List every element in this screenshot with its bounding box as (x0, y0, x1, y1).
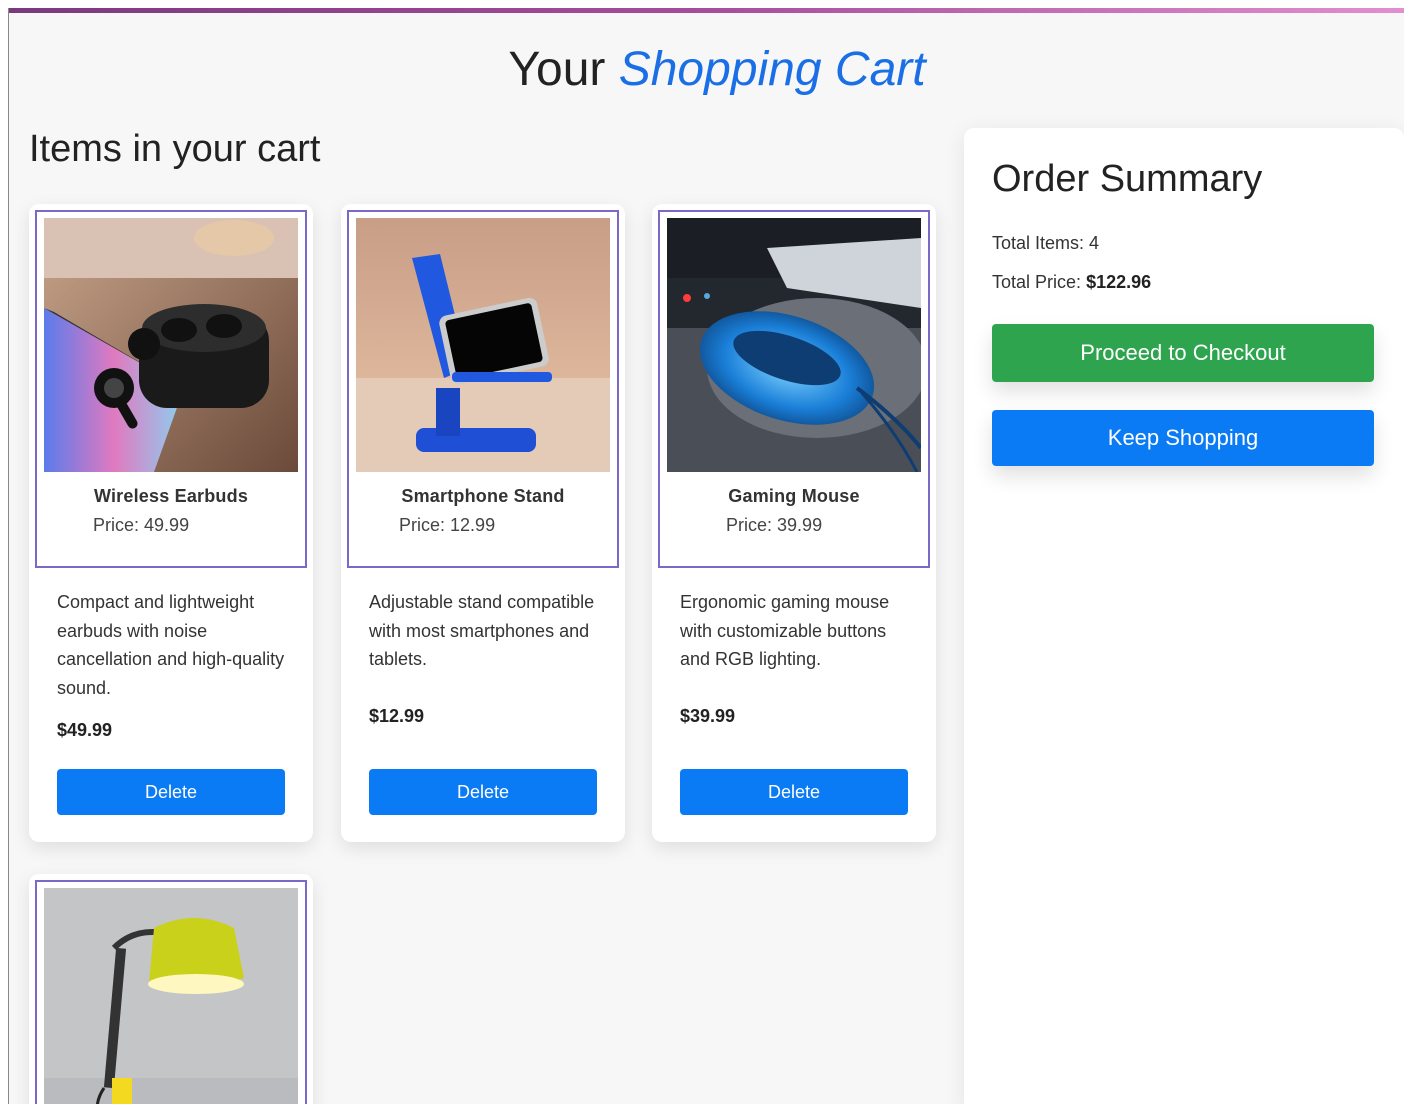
delete-button[interactable]: Delete (369, 769, 597, 815)
cart-item-card: Wireless Earbuds Price: 49.99 Compact an… (29, 204, 313, 842)
cart-item-description: Adjustable stand compatible with most sm… (369, 592, 595, 669)
cart-item-card: Smartphone Stand Price: 12.99 Adjustable… (341, 204, 625, 842)
cart-item-header: Smartphone Stand Price: 12.99 (347, 210, 619, 568)
cart-heading: Items in your cart (29, 128, 321, 170)
cart-item-name: Gaming Mouse (728, 486, 860, 506)
page-title: Your Shopping Cart (9, 42, 1404, 97)
cart-item-header: Wireless Earbuds Price: 49.99 (35, 210, 307, 568)
cart-item-card (29, 874, 313, 1104)
phone-stand-photo (356, 218, 610, 472)
cart-item-amount: $12.99 (369, 706, 425, 726)
cart-item-name: Smartphone Stand (401, 486, 565, 506)
cart-item-description: Compact and lightweight earbuds with noi… (57, 592, 285, 698)
cart-item-name: Wireless Earbuds (93, 486, 249, 506)
gaming-mouse-photo (667, 218, 921, 472)
keep-shopping-button[interactable]: Keep Shopping (992, 410, 1374, 466)
cart-item-card: Gaming Mouse Price: 39.99 Ergonomic gami… (652, 204, 936, 842)
cart-item-price: Price: 49.99 (93, 515, 190, 535)
cart-item-header (35, 880, 307, 1104)
desk-lamp-photo (44, 888, 298, 1104)
cart-item-price: Price: 12.99 (399, 515, 496, 535)
page-title-accent: Shopping Cart (618, 43, 926, 96)
cart-item-price: Price: 39.99 (726, 515, 823, 535)
proceed-to-checkout-button[interactable]: Proceed to Checkout (992, 324, 1374, 382)
page: Your Shopping Cart Items in your cart Wi… (8, 8, 1404, 1104)
top-accent-bar (9, 8, 1404, 13)
cart-item-amount: $39.99 (680, 706, 736, 726)
earbuds-photo (44, 218, 298, 472)
delete-button[interactable]: Delete (57, 769, 285, 815)
delete-button[interactable]: Delete (680, 769, 908, 815)
page-title-prefix: Your (508, 43, 606, 96)
total-price: Total Price: $122.96 (992, 272, 1152, 292)
order-summary-panel: Order Summary Total Items: 4 Total Price… (964, 128, 1404, 1104)
cart-item-header: Gaming Mouse Price: 39.99 (658, 210, 930, 568)
cart-item-amount: $49.99 (57, 720, 113, 740)
total-items: Total Items: 4 (992, 233, 1100, 253)
cart-item-description: Ergonomic gaming mouse with customizable… (680, 592, 890, 669)
order-summary-title: Order Summary (992, 158, 1263, 200)
